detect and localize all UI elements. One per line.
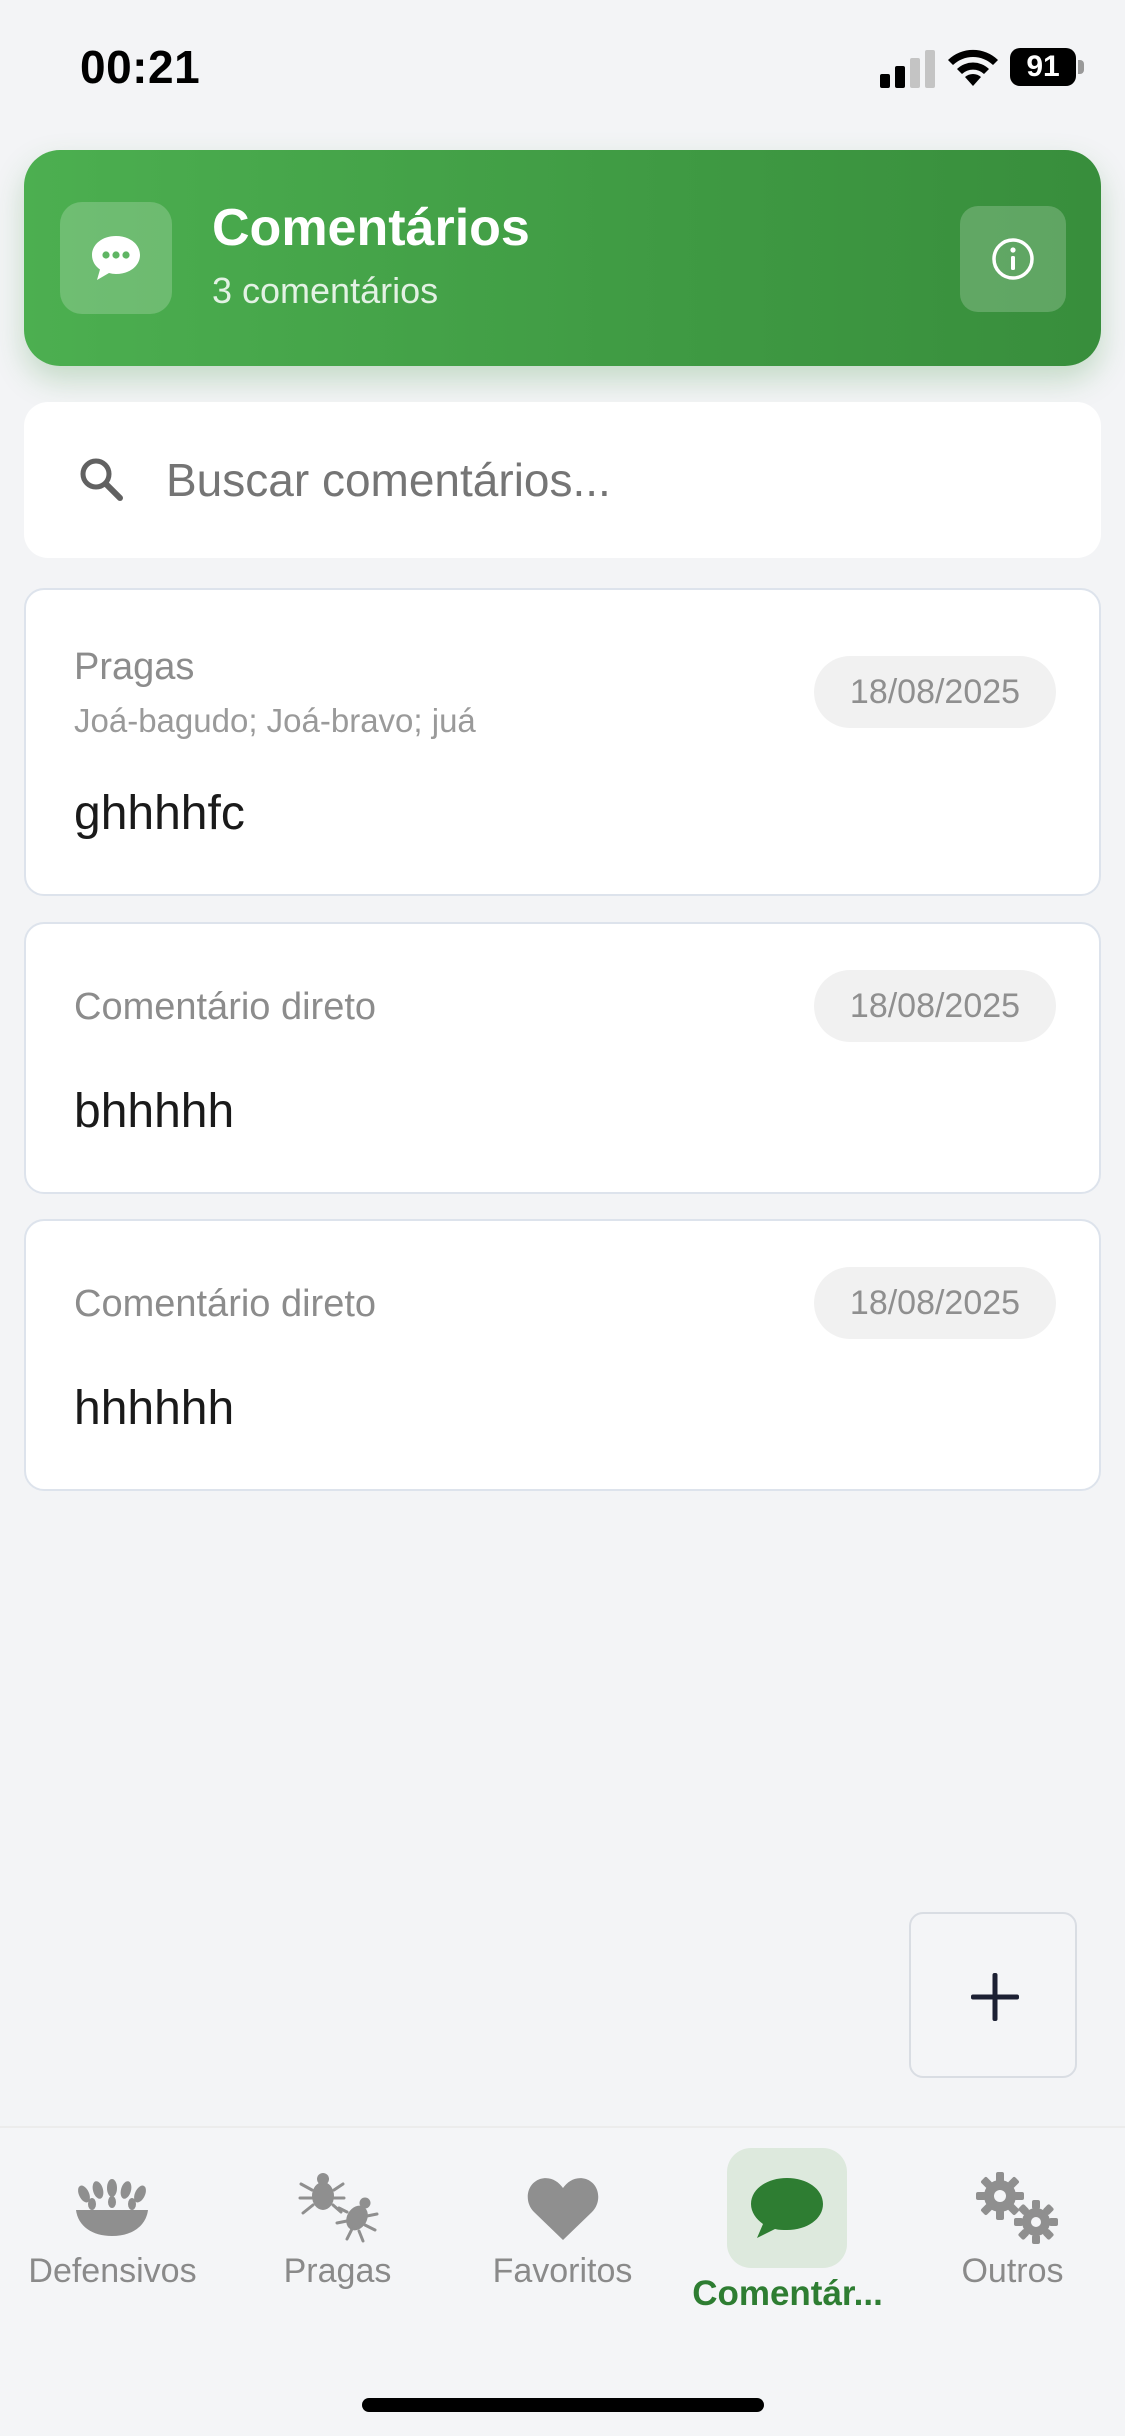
comments-screen: 00:21 91 Comentários 3 comentários Busca… xyxy=(0,0,1125,2436)
nav-label: Outros xyxy=(961,2252,1064,2290)
header-card: Comentários 3 comentários xyxy=(24,150,1101,366)
home-indicator xyxy=(362,2398,764,2412)
comment-category: Comentário direto xyxy=(74,986,377,1028)
wifi-icon xyxy=(948,49,998,86)
comment-date: 18/08/2025 xyxy=(814,970,1056,1042)
battery-icon: 91 xyxy=(1010,48,1085,88)
comment-count: 3 comentários xyxy=(212,270,439,311)
nav-label: Comentár... xyxy=(692,2274,883,2313)
comment-category: Pragas xyxy=(74,646,195,688)
comment-date: 18/08/2025 xyxy=(814,1267,1056,1339)
nav-item-defensivos[interactable]: Defensivos xyxy=(0,2128,225,2358)
status-bar: 00:21 91 xyxy=(0,0,1125,140)
bugs-icon xyxy=(298,2173,379,2243)
comment-subtitle: Joá-bagudo; Joá-bravo; juá xyxy=(74,702,476,739)
search-input[interactable] xyxy=(166,442,1046,518)
comment-text: hhhhhh xyxy=(74,1382,235,1435)
comment-date: 18/08/2025 xyxy=(814,656,1056,728)
search-icon xyxy=(80,458,123,501)
comment-card[interactable]: Pragas Joá-bagudo; Joá-bravo; juá 18/08/… xyxy=(24,588,1101,896)
comment-category: Comentário direto xyxy=(74,1283,377,1325)
bottom-nav: Defensivos Pragas Favoritos Comentár... … xyxy=(0,2126,1125,2436)
battery-level: 91 xyxy=(1026,50,1060,83)
nav-item-pragas[interactable]: Pragas xyxy=(225,2128,450,2358)
heart-icon xyxy=(527,2178,599,2240)
status-time: 00:21 xyxy=(80,41,201,93)
gears-icon xyxy=(976,2172,1058,2244)
nav-label: Favoritos xyxy=(492,2252,633,2290)
header-icon-box xyxy=(60,202,172,314)
comment-card[interactable]: Comentário direto 18/08/2025 hhhhhh xyxy=(24,1219,1101,1491)
nav-label: Pragas xyxy=(283,2252,392,2290)
chat-bubble-icon xyxy=(751,2178,823,2238)
comment-text: ghhhhfc xyxy=(74,787,245,840)
comment-card[interactable]: Comentário direto 18/08/2025 bhhhhh xyxy=(24,922,1101,1194)
comment-text: bhhhhh xyxy=(74,1085,235,1138)
info-icon xyxy=(992,238,1034,280)
add-comment-button[interactable] xyxy=(909,1912,1077,2078)
chat-bubble-icon xyxy=(92,236,140,280)
nav-item-outros[interactable]: Outros xyxy=(900,2128,1125,2358)
nav-item-comentarios[interactable]: Comentár... xyxy=(675,2128,900,2358)
nav-item-favoritos[interactable]: Favoritos xyxy=(450,2128,675,2358)
search-bar xyxy=(24,402,1101,558)
info-button[interactable] xyxy=(960,206,1066,312)
page-title: Comentários xyxy=(212,199,530,257)
plus-icon xyxy=(971,1973,1019,2021)
grain-bowl-icon xyxy=(76,2179,148,2236)
nav-label: Defensivos xyxy=(28,2252,197,2290)
signal-icon xyxy=(880,50,935,88)
